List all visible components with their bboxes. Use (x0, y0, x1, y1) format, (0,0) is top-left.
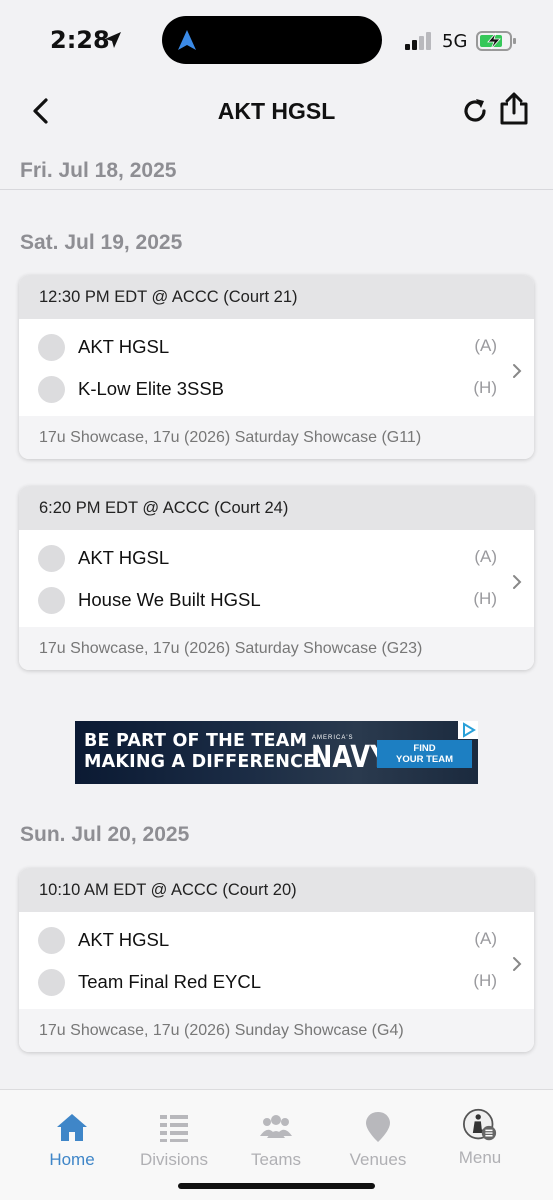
home-icon (57, 1114, 87, 1141)
tab-home[interactable]: Home (22, 1110, 122, 1170)
game-card[interactable]: 6:20 PM EDT @ ACCC (Court 24) AKT HGSL (… (19, 486, 534, 670)
share-icon[interactable] (498, 92, 530, 126)
team-side: (H) (473, 971, 497, 990)
day-header: Sun. Jul 20, 2025 (20, 823, 190, 846)
team-side: (H) (473, 589, 497, 608)
team-side: (A) (474, 336, 497, 355)
game-division: 17u Showcase, 17u (2026) Saturday Showca… (19, 627, 534, 670)
status-time: 2:28 (50, 26, 110, 54)
tab-divisions[interactable]: Divisions (124, 1110, 224, 1170)
ad-cta-line: FIND (413, 743, 436, 754)
map-pin-icon (366, 1112, 390, 1142)
ad-choices-icon[interactable] (458, 721, 478, 739)
team-side: (A) (474, 547, 497, 566)
dynamic-island (162, 16, 382, 64)
tab-label: Teams (250, 1150, 302, 1169)
tab-label: Menu (458, 1148, 502, 1167)
people-icon (260, 1115, 292, 1138)
team-row: AKT HGSL (A) (19, 537, 534, 579)
day-header: Fri. Jul 18, 2025 (20, 159, 177, 182)
navigation-arrow-icon (178, 30, 196, 50)
tab-teams[interactable]: Teams (226, 1110, 326, 1170)
team-logo-placeholder (38, 376, 65, 403)
network-label: 5G (442, 31, 468, 52)
tab-venues[interactable]: Venues (328, 1110, 428, 1170)
chevron-right-icon (513, 957, 522, 971)
ad-headline-line: BE PART OF THE TEAM (84, 731, 308, 751)
team-logo-placeholder (38, 587, 65, 614)
team-side: (H) (473, 378, 497, 397)
tab-menu[interactable]: Menu (430, 1108, 530, 1168)
team-name: AKT HGSL (78, 547, 170, 568)
team-name: House We Built HGSL (78, 589, 261, 610)
sticky-day-header: Fri. Jul 18, 2025 (0, 150, 553, 190)
game-card[interactable]: 10:10 AM EDT @ ACCC (Court 20) AKT HGSL … (19, 868, 534, 1052)
ad-cta-button[interactable]: FIND YOUR TEAM (377, 740, 472, 768)
game-time-venue: 10:10 AM EDT @ ACCC (Court 20) (19, 868, 534, 912)
team-row: House We Built HGSL (H) (19, 579, 534, 621)
ad-headline: BE PART OF THE TEAM MAKING A DIFFERENCE. (84, 731, 322, 773)
chevron-right-icon (513, 575, 522, 589)
list-icon (160, 1115, 188, 1142)
team-name: AKT HGSL (78, 336, 170, 357)
team-name: Team Final Red EYCL (78, 971, 262, 992)
ad-banner[interactable]: BE PART OF THE TEAM MAKING A DIFFERENCE.… (75, 721, 478, 784)
day-header: Sat. Jul 19, 2025 (20, 231, 183, 254)
menu-avatar-icon (463, 1108, 497, 1141)
ad-cta-line: YOUR TEAM (396, 754, 453, 765)
game-division: 17u Showcase, 17u (2026) Sunday Showcase… (19, 1009, 534, 1052)
chevron-right-icon (513, 364, 522, 378)
home-indicator[interactable] (178, 1183, 375, 1189)
team-logo-placeholder (38, 969, 65, 996)
team-name: K-Low Elite 3SSB (78, 378, 225, 399)
game-time-venue: 12:30 PM EDT @ ACCC (Court 21) (19, 275, 534, 319)
status-bar: 2:28 5G (0, 0, 553, 80)
tab-label: Divisions (139, 1150, 209, 1169)
refresh-icon[interactable] (460, 96, 490, 126)
tab-label: Home (49, 1150, 95, 1169)
tab-label: Venues (349, 1150, 407, 1169)
team-side: (A) (474, 929, 497, 948)
team-row: AKT HGSL (A) (19, 919, 534, 961)
team-row: K-Low Elite 3SSB (H) (19, 368, 534, 410)
battery-charging-icon (476, 31, 516, 51)
cellular-signal-icon (405, 32, 435, 50)
team-logo-placeholder (38, 545, 65, 572)
team-logo-placeholder (38, 334, 65, 361)
location-arrow-icon (105, 32, 121, 48)
team-logo-placeholder (38, 927, 65, 954)
game-card[interactable]: 12:30 PM EDT @ ACCC (Court 21) AKT HGSL … (19, 275, 534, 459)
game-division: 17u Showcase, 17u (2026) Saturday Showca… (19, 416, 534, 459)
team-row: Team Final Red EYCL (H) (19, 961, 534, 1003)
game-time-venue: 6:20 PM EDT @ ACCC (Court 24) (19, 486, 534, 530)
navigation-bar: AKT HGSL (0, 80, 553, 150)
team-name: AKT HGSL (78, 929, 170, 950)
team-row: AKT HGSL (A) (19, 326, 534, 368)
ad-headline-line: MAKING A DIFFERENCE. (84, 752, 323, 772)
